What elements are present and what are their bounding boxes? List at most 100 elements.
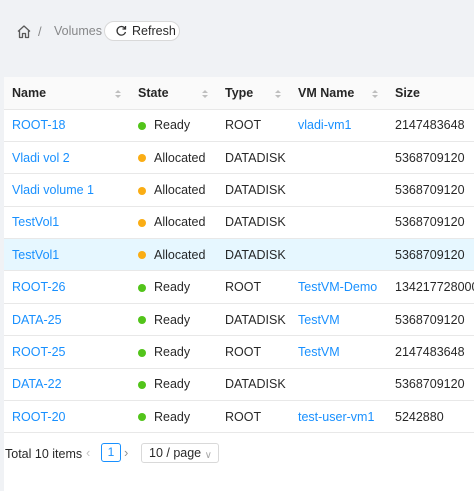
vm-name-cell: test-user-vm1 — [290, 400, 387, 434]
volume-name-link[interactable]: ROOT-18 — [12, 118, 66, 132]
size-cell: 5368709120 — [387, 368, 474, 402]
state-cell: Ready — [130, 303, 217, 337]
table-row[interactable]: ROOT-18 Ready ROOT vladi-vm1 2147483648 — [4, 109, 474, 142]
volume-name-link[interactable]: DATA-25 — [12, 313, 62, 327]
sort-icon[interactable] — [201, 88, 209, 98]
state-cell: Ready — [130, 109, 217, 142]
column-header-size[interactable]: Size — [387, 77, 474, 110]
vm-name-link[interactable]: TestVM — [298, 313, 340, 327]
type-cell: ROOT — [217, 270, 290, 304]
size-cell: 5242880 — [387, 400, 474, 434]
sort-icon[interactable] — [114, 88, 122, 98]
status-dot-icon — [138, 316, 146, 325]
vm-name-cell — [290, 141, 387, 175]
vm-name-cell — [290, 368, 387, 402]
chevron-down-icon: ∨ — [204, 450, 212, 461]
volume-name-link[interactable]: Vladi vol 2 — [12, 151, 70, 165]
table-row[interactable]: TestVol1 Allocated DATADISK 5368709120 — [4, 206, 474, 240]
table-row[interactable]: ROOT-26 Ready ROOT TestVM-Demo 134217728000 — [4, 270, 474, 304]
refresh-button[interactable]: Refresh — [104, 21, 180, 41]
type-cell: DATADISK — [225, 377, 286, 392]
next-page-icon[interactable]: › — [124, 445, 128, 460]
volume-name-link[interactable]: DATA-22 — [12, 377, 62, 391]
volume-name-link[interactable]: TestVol1 — [12, 248, 59, 262]
vm-name-cell: TestVM — [290, 303, 387, 337]
table-row[interactable]: ROOT-25 Ready ROOT TestVM 2147483648 — [4, 335, 474, 369]
column-header-type[interactable]: Type — [217, 77, 290, 110]
page-size-select[interactable]: 10 / page ∨ — [141, 443, 219, 463]
size-cell: 2147483648 — [395, 344, 465, 359]
volume-name-link[interactable]: ROOT-25 — [12, 345, 66, 359]
state-cell: Ready — [130, 335, 217, 369]
type-cell: DATADISK — [217, 206, 290, 240]
sort-icon[interactable] — [371, 88, 379, 98]
type-cell: ROOT — [217, 400, 290, 434]
type-cell: DATADISK — [225, 215, 286, 230]
breadcrumb-current: Volumes — [54, 24, 102, 38]
size-cell: 5368709120 — [387, 303, 474, 337]
column-header-state[interactable]: State — [130, 77, 217, 110]
state-cell: Allocated — [154, 182, 206, 197]
volume-name-link[interactable]: TestVol1 — [12, 215, 59, 229]
vm-name-link[interactable]: TestVM — [298, 345, 340, 359]
status-dot-icon — [138, 413, 146, 422]
status-dot-icon — [138, 154, 146, 163]
table-row[interactable]: ROOT-20 Ready ROOT test-user-vm1 5242880 — [4, 400, 474, 434]
state-cell: Allocated — [130, 141, 217, 175]
page-size-value: 10 / page — [149, 446, 202, 460]
state-cell: Ready — [154, 118, 191, 133]
size-cell: 5368709120 — [387, 173, 474, 207]
page-1-button[interactable]: 1 — [101, 443, 121, 462]
state-cell: Ready — [154, 377, 191, 392]
table-row[interactable]: TestVol1 Allocated DATADISK 5368709120 — [4, 238, 474, 272]
type-cell: ROOT — [217, 109, 290, 142]
type-cell: ROOT — [225, 409, 262, 424]
prev-page-icon[interactable]: ‹ — [86, 445, 90, 460]
volume-name-link[interactable]: ROOT-26 — [12, 280, 66, 294]
volume-name-cell: DATA-25 — [4, 303, 130, 337]
column-header-label: VM Name — [298, 85, 355, 100]
breadcrumb-separator: / — [38, 24, 42, 39]
table-row[interactable]: Vladi vol 2 Allocated DATADISK 5368709120 — [4, 141, 474, 175]
type-cell: DATADISK — [217, 173, 290, 207]
total-items: Total 10 items — [5, 447, 83, 461]
size-cell: 5242880 — [395, 409, 444, 424]
state-cell: Ready — [154, 312, 191, 327]
type-cell: DATADISK — [225, 312, 286, 327]
type-cell: ROOT — [225, 344, 262, 359]
vm-name-cell — [290, 206, 387, 240]
vm-name-link[interactable]: test-user-vm1 — [298, 410, 374, 424]
table-row[interactable]: DATA-22 Ready DATADISK 5368709120 — [4, 368, 474, 402]
state-cell: Ready — [130, 400, 217, 434]
state-cell: Allocated — [154, 150, 206, 165]
state-cell: Allocated — [154, 215, 206, 230]
table-row[interactable]: Vladi volume 1 Allocated DATADISK 536870912… — [4, 173, 474, 207]
home-icon[interactable] — [16, 24, 32, 40]
status-dot-icon — [138, 186, 146, 195]
volume-name-link[interactable]: ROOT-20 — [12, 410, 66, 424]
state-cell: Allocated — [130, 206, 217, 240]
column-header-vm-name[interactable]: VM Name — [290, 77, 387, 110]
type-cell: DATADISK — [225, 150, 286, 165]
vm-name-cell — [290, 173, 387, 207]
volume-name-cell: Vladi volume 1 — [4, 173, 130, 207]
vm-name-link[interactable]: TestVM-Demo — [298, 280, 377, 294]
volume-name-cell: TestVol1 — [4, 238, 130, 272]
status-dot-icon — [138, 381, 146, 390]
status-dot-icon — [138, 219, 146, 228]
volume-name-cell: ROOT-18 — [4, 109, 130, 142]
size-cell: 2147483648 — [387, 335, 474, 369]
volume-name-cell: Vladi vol 2 — [4, 141, 130, 175]
size-cell: 5368709120 — [387, 238, 474, 272]
vm-name-link[interactable]: vladi-vm1 — [298, 118, 352, 132]
sort-icon[interactable] — [274, 88, 282, 98]
size-cell: 5368709120 — [395, 150, 465, 165]
column-header-label: Name — [12, 85, 47, 100]
volume-name-cell: ROOT-25 — [4, 335, 130, 369]
status-dot-icon — [138, 283, 146, 292]
status-dot-icon — [138, 251, 146, 260]
table-row[interactable]: DATA-25 Ready DATADISK TestVM 5368709120 — [4, 303, 474, 337]
volume-name-link[interactable]: Vladi volume 1 — [12, 183, 94, 197]
column-header-name[interactable]: Name — [4, 77, 130, 110]
header-bar: / Volumes Refresh — [0, 0, 474, 66]
